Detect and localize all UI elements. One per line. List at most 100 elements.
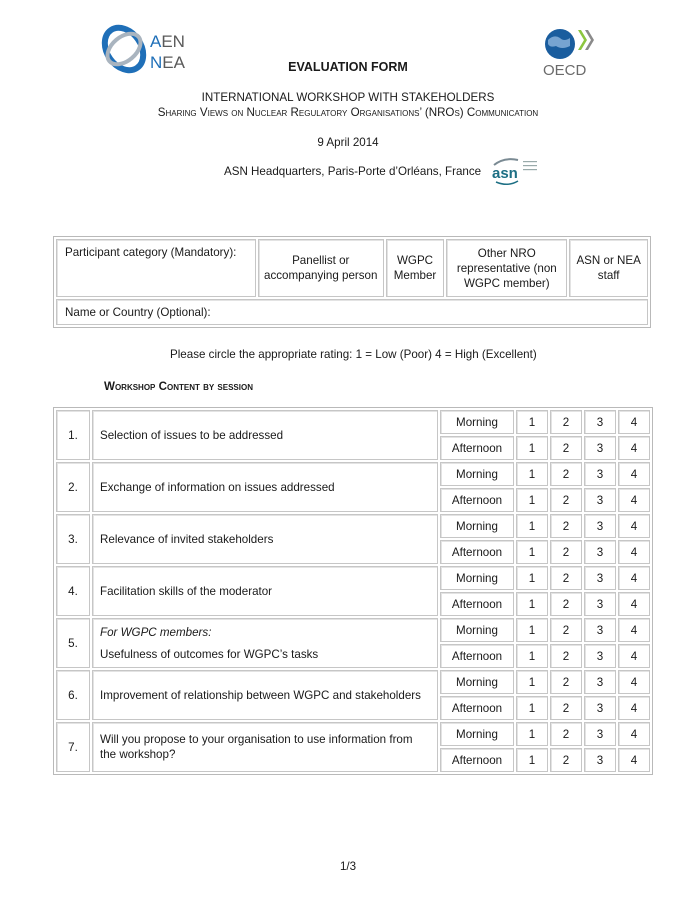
item-description: Selection of issues to be addressed xyxy=(92,410,438,460)
rating-option[interactable]: 2 xyxy=(550,488,582,512)
section-title: Workshop Content by session xyxy=(104,380,253,393)
rating-option[interactable]: 4 xyxy=(618,748,650,772)
form-title: EVALUATION FORM xyxy=(288,60,408,74)
rating-option[interactable]: 3 xyxy=(584,696,616,720)
rating-option[interactable]: 4 xyxy=(618,436,650,460)
item-text: Improvement of relationship between WGPC… xyxy=(100,688,421,702)
item-number: 6. xyxy=(56,670,90,720)
session-label-afternoon: Afternoon xyxy=(440,540,514,564)
item-number: 4. xyxy=(56,566,90,616)
session-label-afternoon: Afternoon xyxy=(440,696,514,720)
rating-option[interactable]: 3 xyxy=(584,670,616,694)
rating-option[interactable]: 1 xyxy=(516,462,548,486)
rating-option[interactable]: 2 xyxy=(550,722,582,746)
rating-option[interactable]: 4 xyxy=(618,462,650,486)
item-description: Will you propose to your organisation to… xyxy=(92,722,438,772)
rating-option[interactable]: 3 xyxy=(584,410,616,434)
item-text: Exchange of information on issues addres… xyxy=(100,480,335,494)
table-row: 2. Exchange of information on issues addr… xyxy=(56,462,650,512)
rating-option[interactable]: 2 xyxy=(550,670,582,694)
rating-option[interactable]: 4 xyxy=(618,540,650,564)
rating-option[interactable]: 3 xyxy=(584,488,616,512)
rating-option[interactable]: 2 xyxy=(550,592,582,616)
item-description: Facilitation skills of the moderator xyxy=(92,566,438,616)
option-wgpc-member[interactable]: WGPC Member xyxy=(385,239,445,297)
rating-option[interactable]: 2 xyxy=(550,644,582,668)
session-label-morning: Morning xyxy=(440,670,514,694)
rating-option[interactable]: 3 xyxy=(584,566,616,590)
rating-option[interactable]: 3 xyxy=(584,462,616,486)
rating-option[interactable]: 2 xyxy=(550,748,582,772)
item-text: Usefulness of outcomes for WGPC’s tasks xyxy=(100,647,319,661)
rating-option[interactable]: 2 xyxy=(550,540,582,564)
svg-text:AEN: AEN xyxy=(150,32,185,51)
rating-option[interactable]: 3 xyxy=(584,722,616,746)
participant-table: Participant category (Mandatory): Panell… xyxy=(53,236,651,328)
table-row: 4. Facilitation skills of the moderator Mo… xyxy=(56,566,650,616)
name-country-label: Name or Country (Optional): xyxy=(65,305,211,319)
rating-option[interactable]: 2 xyxy=(550,410,582,434)
table-row: 6. Improvement of relationship between WG… xyxy=(56,670,650,720)
name-country-field[interactable]: Name or Country (Optional): xyxy=(56,299,648,325)
rating-option[interactable]: 2 xyxy=(550,514,582,538)
rating-option[interactable]: 3 xyxy=(584,436,616,460)
rating-table: 1. Selection of issues to be addressed Mor… xyxy=(53,407,653,775)
session-label-afternoon: Afternoon xyxy=(440,488,514,512)
rating-option[interactable]: 4 xyxy=(618,566,650,590)
rating-option[interactable]: 4 xyxy=(618,722,650,746)
rating-option[interactable]: 4 xyxy=(618,618,650,642)
rating-instructions: Please circle the appropriate rating: 1 … xyxy=(170,348,537,361)
rating-option[interactable]: 1 xyxy=(516,592,548,616)
rating-option[interactable]: 1 xyxy=(516,436,548,460)
rating-option[interactable]: 3 xyxy=(584,644,616,668)
option-panellist[interactable]: Panellist or accompanying person xyxy=(257,239,384,297)
rating-option[interactable]: 1 xyxy=(516,540,548,564)
session-label-afternoon: Afternoon xyxy=(440,592,514,616)
rating-option[interactable]: 4 xyxy=(618,644,650,668)
option-asn-nea-staff[interactable]: ASN or NEA staff xyxy=(569,239,648,297)
rating-option[interactable]: 2 xyxy=(550,436,582,460)
option-other-nro[interactable]: Other NRO representative (non WGPC membe… xyxy=(446,239,568,297)
svg-text:asn: asn xyxy=(492,165,518,182)
item-description: Improvement of relationship between WGPC… xyxy=(92,670,438,720)
rating-option[interactable]: 1 xyxy=(516,514,548,538)
rating-option[interactable]: 3 xyxy=(584,540,616,564)
rating-option[interactable]: 2 xyxy=(550,566,582,590)
rating-option[interactable]: 2 xyxy=(550,618,582,642)
rating-option[interactable]: 3 xyxy=(584,592,616,616)
workshop-subtitle: Sharing Views on Nuclear Regulatory Orga… xyxy=(157,106,539,119)
rating-option[interactable]: 4 xyxy=(618,410,650,434)
rating-option[interactable]: 2 xyxy=(550,462,582,486)
rating-option[interactable]: 1 xyxy=(516,722,548,746)
session-label-afternoon: Afternoon xyxy=(440,436,514,460)
rating-option[interactable]: 3 xyxy=(584,748,616,772)
rating-option[interactable]: 2 xyxy=(550,696,582,720)
rating-option[interactable]: 3 xyxy=(584,514,616,538)
item-text: Relevance of invited stakeholders xyxy=(100,532,274,546)
rating-option[interactable]: 4 xyxy=(618,488,650,512)
asn-logo: asn xyxy=(490,155,542,187)
item-text: Selection of issues to be addressed xyxy=(100,428,284,442)
rating-option[interactable]: 3 xyxy=(584,618,616,642)
rating-option[interactable]: 1 xyxy=(516,618,548,642)
session-label-afternoon: Afternoon xyxy=(440,748,514,772)
table-row: 5. For WGPC members: Usefulness of outcome… xyxy=(56,618,650,668)
rating-option[interactable]: 1 xyxy=(516,670,548,694)
event-date: 9 April 2014 xyxy=(317,136,379,149)
rating-option[interactable]: 1 xyxy=(516,644,548,668)
rating-option[interactable]: 1 xyxy=(516,410,548,434)
rating-option[interactable]: 1 xyxy=(516,696,548,720)
rating-option[interactable]: 1 xyxy=(516,488,548,512)
item-prefix: For WGPC members: xyxy=(100,625,212,639)
rating-option[interactable]: 4 xyxy=(618,514,650,538)
item-number: 3. xyxy=(56,514,90,564)
rating-option[interactable]: 4 xyxy=(618,696,650,720)
rating-option[interactable]: 1 xyxy=(516,748,548,772)
workshop-title: INTERNATIONAL WORKSHOP WITH STAKEHOLDERS xyxy=(201,91,495,104)
rating-option[interactable]: 4 xyxy=(618,670,650,694)
rating-option[interactable]: 4 xyxy=(618,592,650,616)
rating-option[interactable]: 1 xyxy=(516,566,548,590)
item-description: Relevance of invited stakeholders xyxy=(92,514,438,564)
item-number: 5. xyxy=(56,618,90,668)
session-label-afternoon: Afternoon xyxy=(440,644,514,668)
